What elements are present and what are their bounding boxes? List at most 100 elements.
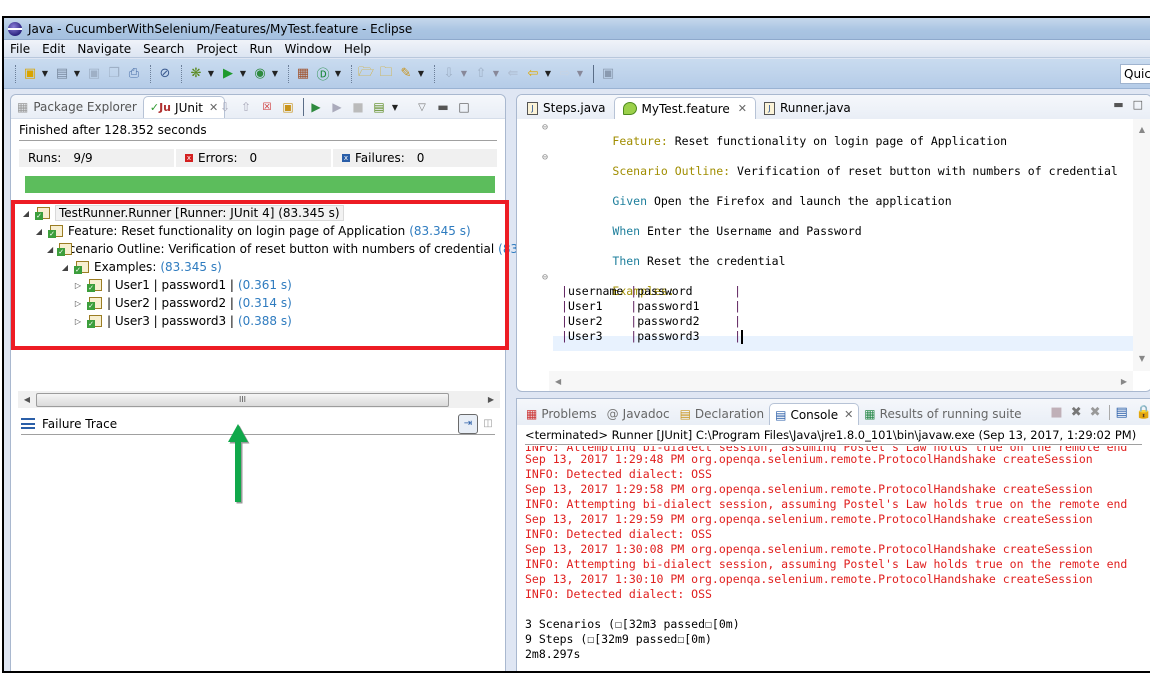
close-icon[interactable]: ✕ [738,102,747,115]
external-tools-dropdown-icon[interactable]: ▼ [271,69,279,78]
tab-declaration[interactable]: ▤ Declaration [675,403,770,425]
maximize-icon[interactable]: □ [1133,98,1143,111]
debug-icon[interactable]: ❋ [187,65,205,83]
console-process-description: <terminated> Runner [JUnit] C:\Program F… [525,428,1137,442]
tab-package-explorer[interactable]: ▦ Package Explorer [11,96,143,118]
scroll-lock-icon[interactable]: 🔒 [1136,405,1150,420]
horizontal-scrollbar[interactable]: ◀ III ▶ [18,391,500,408]
scroll-up-icon[interactable]: ▲ [1133,125,1150,134]
rerun-test-icon[interactable]: ▶ [307,98,325,116]
forward-icon[interactable]: ⇨ [556,65,574,83]
show-failures-only-icon[interactable]: ☒ [258,98,276,116]
test-run-history-icon[interactable]: ▤ [370,98,388,116]
clear-console-icon[interactable]: ▤ [1108,405,1128,420]
compare-results-icon[interactable]: ◫ [481,416,495,432]
scroll-left-icon[interactable]: ◀ [18,395,36,404]
new-class-dropdown-icon[interactable]: ▼ [334,69,342,78]
tab-junit[interactable]: ✓Ju JUnit ✕ [142,96,226,118]
history-dropdown-icon[interactable]: ▼ [391,103,399,112]
feature-editor[interactable]: ⊖ Feature: Reset functionality on login p… [517,119,1133,371]
close-icon[interactable]: ✕ [844,408,853,421]
last-edit-location-icon[interactable]: ⇚ [504,65,522,83]
maximize-icon[interactable]: □ [455,98,473,116]
remove-all-terminated-icon[interactable]: ✖ [1090,405,1101,420]
previous-annotation-icon[interactable]: ⇧ [472,65,490,83]
keyword: When [612,224,641,238]
save-icon[interactable]: ▣ [85,65,103,83]
open-task-icon[interactable]: 🗀 [377,65,395,83]
tab-steps-java[interactable]: J Steps.java [519,97,614,119]
errors-value: 0 [249,151,258,165]
view-menu-icon[interactable]: ▽ [413,98,431,116]
previous-annotation-dropdown-icon[interactable]: ▼ [492,69,500,78]
forward-dropdown-icon[interactable]: ▼ [576,69,584,78]
menu-project[interactable]: Project [190,42,243,56]
scroll-left-icon[interactable]: ◀ [555,377,561,386]
quick-access-input[interactable]: Quick Access [1120,64,1150,84]
print-icon[interactable]: ⎙ [125,65,143,83]
new-dropdown-icon[interactable]: ▼ [41,69,49,78]
scroll-right-icon[interactable]: ▶ [482,395,500,404]
scroll-right-icon[interactable]: ▶ [1121,377,1127,386]
fold-icon[interactable]: ⊖ [542,270,548,285]
run-dropdown-icon[interactable]: ▼ [239,69,247,78]
rerun-failed-first-icon[interactable]: ▶ [328,98,346,116]
scroll-lock-icon[interactable]: ▣ [279,98,297,116]
stop-run-icon[interactable]: ■ [349,98,367,116]
run-icon[interactable]: ▶ [219,65,237,83]
skip-breakpoints-icon[interactable]: ⊘ [156,65,174,83]
menu-help[interactable]: Help [338,42,377,56]
search-icon[interactable]: ✎ [397,65,415,83]
fold-icon[interactable]: ⊖ [542,120,548,135]
next-failure-icon[interactable]: ⇩ [216,98,234,116]
tab-problems[interactable]: ▦ Problems [521,403,602,425]
tab-label: Package Explorer [33,100,137,114]
run-external-tools-icon[interactable]: ◉ [251,65,269,83]
editor-vertical-scrollbar[interactable]: ▲ ▼ [1133,119,1150,371]
menu-file[interactable]: File [4,42,36,56]
save-all-icon[interactable]: ❐ [105,65,123,83]
menu-search[interactable]: Search [137,42,190,56]
scrollbar-thumb[interactable]: III [36,392,449,407]
green-arrow-annotation [228,424,250,504]
console-icon: ▤ [775,407,787,422]
new-file-icon[interactable]: ▤ [53,65,71,83]
next-annotation-dropdown-icon[interactable]: ▼ [460,69,468,78]
tab-javadoc[interactable]: @ Javadoc [602,403,675,425]
minimize-icon[interactable]: ▬ [434,98,452,116]
editor-horizontal-scrollbar[interactable]: ◀ ▶ [549,371,1133,391]
terminate-icon[interactable]: ■ [1050,405,1062,420]
new-icon[interactable]: ▣ [21,65,39,83]
open-perspective-icon[interactable]: ▣ [599,65,617,83]
filter-stack-trace-icon[interactable]: ⇥ [458,413,478,434]
tab-console[interactable]: ▤ Console ✕ [769,403,860,425]
failure-trace-header: Failure Trace ⇥ ◫ [21,413,495,435]
console-output[interactable]: INFO: Attempting bi-dialect session, ass… [525,446,1148,671]
new-java-class-icon[interactable]: Ⓓ [314,65,332,83]
tab-results-of-running-suite[interactable]: ▦ Results of running suite [859,403,1026,425]
new-java-package-icon[interactable]: ▦ [294,65,312,83]
menu-navigate[interactable]: Navigate [71,42,137,56]
new-file-dropdown-icon[interactable]: ▼ [73,69,81,78]
minimize-icon[interactable]: ▬ [1113,98,1123,111]
keyword: Then [612,254,641,268]
keyword: Feature: [612,134,668,148]
menu-run[interactable]: Run [243,42,278,56]
scroll-down-icon[interactable]: ▼ [1133,354,1150,363]
menu-window[interactable]: Window [278,42,337,56]
debug-dropdown-icon[interactable]: ▼ [207,69,215,78]
next-annotation-icon[interactable]: ⇩ [440,65,458,83]
back-icon[interactable]: ⇦ [524,65,542,83]
menu-edit[interactable]: Edit [36,42,71,56]
table-cell: username [567,284,631,298]
previous-failure-icon[interactable]: ⇧ [237,98,255,116]
remove-launch-icon[interactable]: ✖ [1071,405,1082,420]
table-cell: User2 [567,314,631,328]
open-type-icon[interactable]: 🗁 [357,65,375,83]
tab-runner-java[interactable]: J Runner.java [756,97,859,119]
back-dropdown-icon[interactable]: ▼ [544,69,552,78]
error-icon: x [185,154,193,162]
tab-mytest-feature[interactable]: MyTest.feature ✕ [613,97,756,119]
fold-icon[interactable]: ⊖ [542,150,548,165]
search-dropdown-icon[interactable]: ▼ [417,69,425,78]
